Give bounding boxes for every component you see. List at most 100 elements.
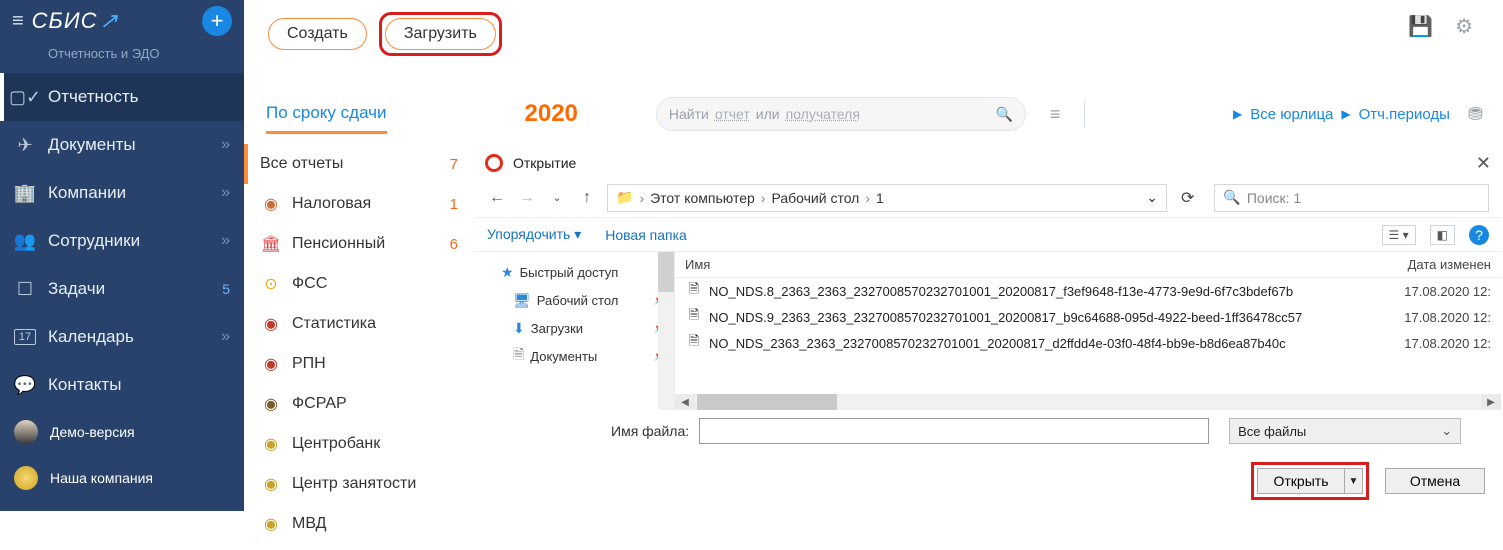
sidebar-item-reports[interactable]: ▢✓ Отчетность xyxy=(0,73,244,121)
cat-fss[interactable]: ⊙ ФСС xyxy=(244,264,474,304)
funnel-icon[interactable]: ⛃ xyxy=(1468,104,1483,125)
chevron-down-icon[interactable]: ⌄ xyxy=(1146,189,1158,206)
divider xyxy=(1084,101,1085,127)
open-button[interactable]: Открыть xyxy=(1257,468,1345,494)
recent-dropdown-icon[interactable]: ⌄ xyxy=(547,191,567,204)
tab-by-deadline[interactable]: По сроку сдачи xyxy=(266,95,387,134)
sidebar-user[interactable]: Демо-версия xyxy=(0,409,244,455)
sidebar-item-label: Документы xyxy=(48,135,136,155)
sidebar-item-staff[interactable]: 👥 Сотрудники » xyxy=(0,217,244,265)
crumb-item[interactable]: Рабочий стол xyxy=(771,190,859,206)
filter-entities[interactable]: Все юрлица xyxy=(1250,106,1333,123)
filetype-select[interactable]: Все файлы ⌄ xyxy=(1229,418,1461,444)
menu-icon[interactable]: ≡ xyxy=(12,10,24,33)
tree-downloads[interactable]: ⬇ Загрузки 📌 xyxy=(483,314,666,342)
categories-list: Все отчеты 7 ◉ Налоговая 1 🏛 Пенсионный … xyxy=(244,138,474,550)
scroll-left-icon[interactable]: ◀ xyxy=(675,394,695,410)
cat-label: Статистика xyxy=(292,315,376,333)
up-icon[interactable]: ↑ xyxy=(577,189,597,207)
send-icon: ✈ xyxy=(14,135,36,156)
view-list-icon[interactable]: ☰ ▾ xyxy=(1382,225,1416,245)
file-row[interactable]: 🗎 NO_NDS.9_2363_2363_2327008570232701001… xyxy=(675,304,1501,330)
pension-icon: 🏛 xyxy=(260,233,282,255)
folder-icon: 📁 xyxy=(616,189,633,206)
tree-desktop[interactable]: 🖥 Рабочий стол 📌 xyxy=(483,286,666,314)
sidebar-item-companies[interactable]: 🏢 Компании » xyxy=(0,169,244,217)
search-link-receiver[interactable]: получателя xyxy=(786,106,860,122)
col-name[interactable]: Имя xyxy=(685,257,1405,272)
cat-label: Центр занятости xyxy=(292,475,416,493)
chevron-down-icon: ⌄ xyxy=(1441,423,1452,439)
new-folder-button[interactable]: Новая папка xyxy=(605,227,687,243)
cat-stat[interactable]: ◉ Статистика xyxy=(244,304,474,344)
breadcrumb[interactable]: 📁 › Этот компьютер › Рабочий стол › 1 ⌄ xyxy=(607,184,1167,212)
scrollbar-thumb[interactable] xyxy=(658,252,674,292)
search-link-report[interactable]: отчет xyxy=(715,106,750,122)
cat-tax[interactable]: ◉ Налоговая 1 xyxy=(244,184,474,224)
sidebar-item-tasks[interactable]: ☐ Задачи 5 xyxy=(0,265,244,313)
dialog-search[interactable]: 🔍 Поиск: 1 xyxy=(1214,184,1489,212)
cancel-button[interactable]: Отмена xyxy=(1385,468,1485,494)
crumb-sep: › xyxy=(639,190,644,206)
cat-cb[interactable]: ◉ Центробанк xyxy=(244,424,474,464)
view-tools: ☰ ▾ ◧ ? xyxy=(1382,225,1489,245)
sidebar-item-documents[interactable]: ✈ Документы » xyxy=(0,121,244,169)
logo: СБИС↗ xyxy=(32,8,119,34)
tree-quick-access[interactable]: ★ Быстрый доступ xyxy=(483,258,666,286)
cat-count: 6 xyxy=(450,236,458,253)
cat-pension[interactable]: 🏛 Пенсионный 6 xyxy=(244,224,474,264)
cat-label: ФСРАР xyxy=(292,395,347,413)
horizontal-scrollbar[interactable]: ◀ ▶ xyxy=(675,394,1501,410)
cb-icon: ◉ xyxy=(260,433,282,455)
crumb-item[interactable]: Этот компьютер xyxy=(650,190,755,206)
help-icon[interactable]: ? xyxy=(1469,225,1489,245)
job-icon: ◉ xyxy=(260,473,282,495)
crumb-item[interactable]: 1 xyxy=(876,190,884,206)
search-icon[interactable]: 🔍 xyxy=(995,106,1012,123)
open-split-icon[interactable]: ▼ xyxy=(1345,468,1363,494)
sidebar-item-calendar[interactable]: 17 Календарь » xyxy=(0,313,244,361)
refresh-icon[interactable]: ⟳ xyxy=(1181,188,1194,208)
view-preview-icon[interactable]: ◧ xyxy=(1430,225,1455,245)
col-date[interactable]: Дата изменен xyxy=(1408,257,1491,272)
back-icon[interactable]: ← xyxy=(487,189,507,207)
save-icon[interactable]: 💾 xyxy=(1408,14,1433,39)
organize-button[interactable]: Упорядочить ▾ xyxy=(487,226,581,243)
add-button[interactable]: + xyxy=(202,6,232,36)
file-row[interactable]: 🗎 NO_NDS.8_2363_2363_2327008570232701001… xyxy=(675,278,1501,304)
file-row[interactable]: 🗎 NO_NDS_2363_2363_2327008570232701001_2… xyxy=(675,330,1501,356)
user-label: Демо-версия xyxy=(50,424,135,440)
scroll-right-icon[interactable]: ▶ xyxy=(1481,394,1501,410)
cat-label: МВД xyxy=(292,515,326,533)
crumb-sep: › xyxy=(865,190,870,206)
search-input[interactable]: Найти отчет или получателя 🔍 xyxy=(656,97,1026,131)
cat-fsrar[interactable]: ◉ ФСРАР xyxy=(244,384,474,424)
sidebar-org[interactable]: Наша компания xyxy=(0,455,244,501)
dialog-nav: ← → ⌄ ↑ 📁 › Этот компьютер › Рабочий сто… xyxy=(475,178,1501,218)
chevron-right-icon: » xyxy=(221,232,230,250)
cat-count: 7 xyxy=(450,156,458,173)
filter-periods[interactable]: Отч.периоды xyxy=(1359,106,1450,123)
search-icon: 🔍 xyxy=(1223,189,1240,206)
cat-label: Все отчеты xyxy=(260,155,343,173)
cat-rpn[interactable]: ◉ РПН xyxy=(244,344,474,384)
close-icon[interactable]: ✕ xyxy=(1476,153,1491,174)
tree-documents[interactable]: 🗎 Документы 📌 xyxy=(483,342,666,370)
sidebar-item-label: Контакты xyxy=(48,375,121,395)
filename-input[interactable] xyxy=(699,418,1209,444)
cat-all[interactable]: Все отчеты 7 xyxy=(244,144,474,184)
gear-icon[interactable]: ⚙ xyxy=(1455,14,1473,39)
caret-icon: ▶ xyxy=(1233,107,1242,121)
mvd-icon: ◉ xyxy=(260,513,282,535)
sort-icon[interactable]: ≡ xyxy=(1050,104,1061,125)
cat-job[interactable]: ◉ Центр занятости xyxy=(244,464,474,504)
year-label[interactable]: 2020 xyxy=(525,100,578,128)
file-list-header: Имя Дата изменен xyxy=(675,252,1501,278)
upload-button[interactable]: Загрузить xyxy=(385,18,496,50)
cat-mvd[interactable]: ◉ МВД xyxy=(244,504,474,544)
create-button[interactable]: Создать xyxy=(268,18,367,50)
crumb-sep: › xyxy=(761,190,766,206)
file-open-dialog: Открытие ✕ ← → ⌄ ↑ 📁 › Этот компьютер › … xyxy=(475,148,1501,510)
chevron-right-icon: » xyxy=(221,328,230,346)
sidebar-item-contacts[interactable]: 💬 Контакты xyxy=(0,361,244,409)
